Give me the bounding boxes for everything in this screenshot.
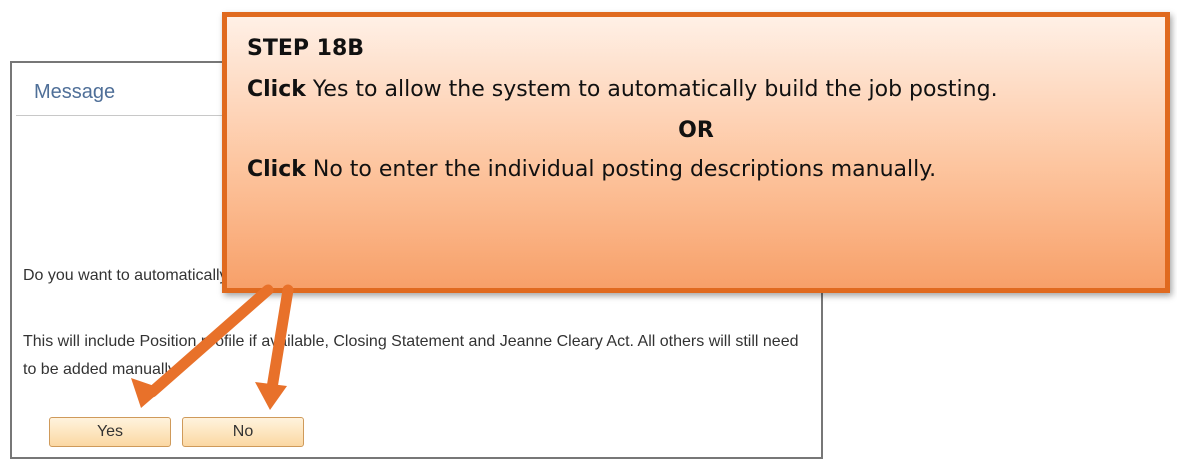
instruction-callout: STEP 18B Click Yes to allow the system t… xyxy=(222,12,1170,293)
instruction-no-text: No to enter the individual posting descr… xyxy=(305,157,937,182)
click-label: Click xyxy=(247,77,306,102)
message-detail: This will include Position profile if av… xyxy=(23,333,799,378)
yes-button[interactable]: Yes xyxy=(49,417,171,447)
or-separator: OR xyxy=(678,118,714,143)
no-button[interactable]: No xyxy=(182,417,304,447)
instruction-no: Click No to enter the individual posting… xyxy=(247,157,936,182)
instruction-yes-text: Yes to allow the system to automatically… xyxy=(305,77,998,102)
step-heading: STEP 18B xyxy=(247,36,365,61)
instruction-yes: Click Yes to allow the system to automat… xyxy=(247,77,998,102)
click-label: Click xyxy=(247,157,306,182)
dialog-title: Message xyxy=(34,81,116,103)
